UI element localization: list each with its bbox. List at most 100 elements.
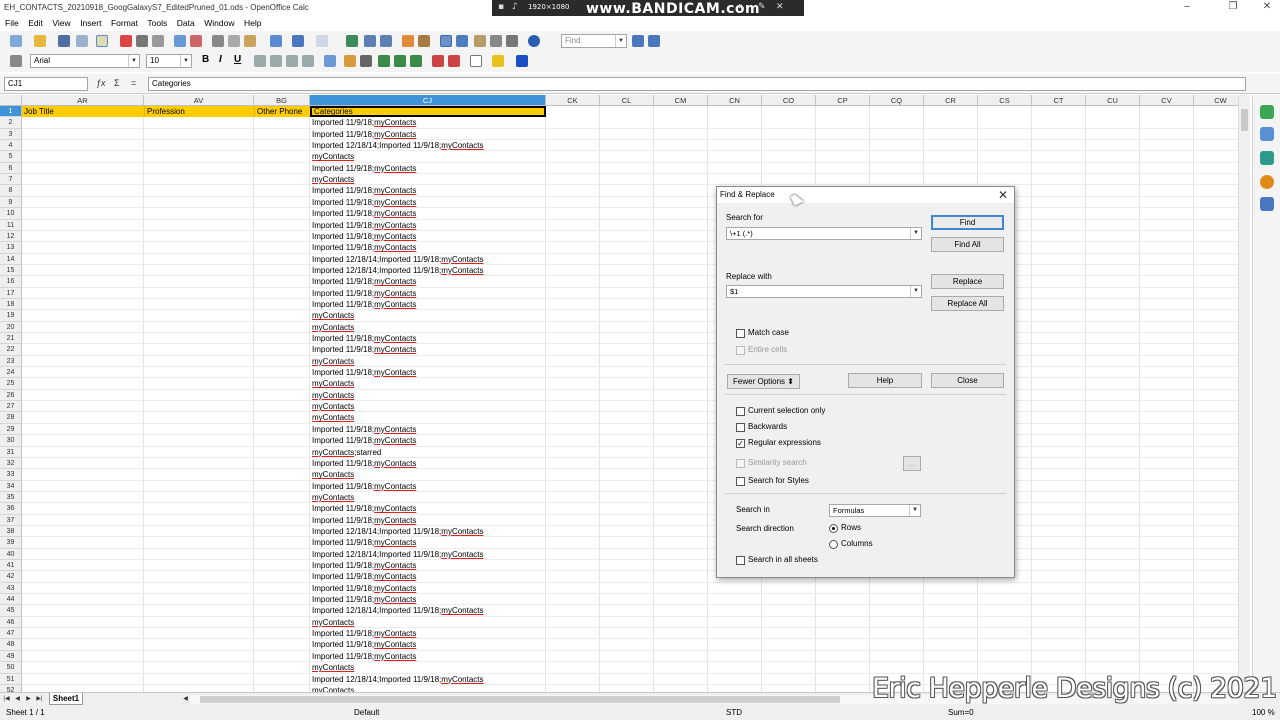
gallery-sidebar-icon[interactable] [1260,151,1274,165]
open-icon[interactable] [34,35,46,47]
row-header[interactable]: 34 [0,480,22,492]
help-icon[interactable] [528,35,540,47]
format-paintbrush-icon[interactable] [270,35,282,47]
row-header[interactable]: 24 [0,367,22,379]
row-header[interactable]: 29 [0,423,22,436]
backwards-checkbox[interactable] [736,423,745,432]
page-preview-icon[interactable] [152,35,164,47]
replace-all-button[interactable]: Replace All [931,296,1004,311]
row-header[interactable]: 11 [0,219,22,231]
first-sheet-icon[interactable]: |◀ [2,695,11,704]
horizontal-scroll-thumb[interactable] [200,696,840,703]
categories-cell[interactable]: myContacts [310,322,546,333]
search-all-sheets-checkbox[interactable] [736,556,745,565]
row-header[interactable]: 1 [0,106,22,118]
maximize-icon[interactable]: ❐ [1226,1,1240,13]
row-header[interactable]: 7 [0,174,22,186]
row-header[interactable]: 51 [0,673,22,685]
row-header[interactable]: 41 [0,560,22,572]
categories-cell[interactable]: Imported 12/18/14;Imported 11/9/18;myCon… [310,254,546,265]
underline-button[interactable]: U [234,54,241,65]
merge-cells-icon[interactable] [324,55,336,67]
datasources-icon[interactable] [490,35,502,47]
row-header[interactable]: 35 [0,491,22,504]
sort-descending-icon[interactable] [380,35,392,47]
row-header[interactable]: 27 [0,401,22,413]
categories-cell[interactable]: Imported 12/18/14;Imported 11/9/18;myCon… [310,549,546,560]
undo-icon[interactable] [292,35,304,47]
name-box[interactable]: CJ1 [4,77,88,91]
percent-icon[interactable] [360,55,372,67]
save-icon[interactable] [58,35,70,47]
row-header[interactable]: 14 [0,253,22,265]
row-header[interactable]: 12 [0,230,22,243]
find-button[interactable]: Find [931,215,1004,230]
export-pdf-icon[interactable] [120,35,132,47]
align-center-icon[interactable] [270,55,282,67]
chevron-down-icon[interactable]: ▼ [909,505,920,516]
current-selection-only-label[interactable]: Current selection only [748,406,825,415]
find-replace-icon[interactable] [440,35,452,47]
menu-edit[interactable]: Edit [28,16,43,30]
spreadsheet-grid[interactable]: AR AV BG CJ CK CL CM CN CO CP CQ CR CS CT CU CV CW 1… [0,95,1238,692]
cut-icon[interactable] [212,35,224,47]
cell-job-title[interactable]: Job Title [22,106,144,118]
print-icon[interactable] [136,35,148,47]
categories-cell[interactable]: myContacts [310,310,546,321]
categories-cell[interactable]: Imported 11/9/18;myContacts [310,560,546,571]
categories-cell[interactable]: Imported 11/9/18;myContacts [310,197,546,208]
row-header[interactable]: 19 [0,310,22,322]
edit-file-icon[interactable] [96,35,108,47]
rows-radio[interactable] [829,524,838,533]
email-icon[interactable] [76,35,88,47]
column-header-av[interactable]: AV [144,95,254,106]
columns-label[interactable]: Columns [841,539,873,548]
styles-formatting-icon[interactable] [1260,127,1274,141]
dialog-close-icon[interactable]: ✕ [998,188,1008,202]
italic-button[interactable]: I [219,54,222,65]
row-header[interactable]: 21 [0,333,22,345]
categories-cell[interactable]: myContacts;starred [310,447,546,458]
properties-icon[interactable] [1260,105,1274,119]
sum-icon[interactable]: Σ [114,78,120,88]
row-header[interactable]: 37 [0,514,22,526]
categories-cell[interactable]: Imported 12/18/14;Imported 11/9/18;myCon… [310,140,546,151]
categories-cell[interactable]: Imported 11/9/18;myContacts [310,628,546,639]
justify-icon[interactable] [302,55,314,67]
align-right-icon[interactable] [286,55,298,67]
row-header[interactable]: 6 [0,162,22,175]
help-button[interactable]: Help [848,373,922,388]
align-left-icon[interactable] [254,55,266,67]
currency-icon[interactable] [344,55,356,67]
menu-help[interactable]: Help [244,16,261,30]
font-color-icon[interactable] [516,55,528,67]
find-previous-icon[interactable] [648,35,660,47]
row-header[interactable]: 22 [0,344,22,356]
row-header[interactable]: 33 [0,469,22,481]
categories-cell[interactable]: myContacts [310,617,546,628]
column-header-cj[interactable]: CJ [310,95,546,106]
sheet-tab-sheet1[interactable]: Sheet1 [49,693,83,705]
menu-format[interactable]: Format [111,16,138,30]
autospellcheck-icon[interactable] [190,35,202,47]
status-zoom[interactable]: 100 % [1252,706,1275,720]
menu-window[interactable]: Window [204,16,234,30]
search-in-select[interactable]: Formulas ▼ [829,504,921,517]
row-header[interactable]: 32 [0,457,22,470]
categories-cell[interactable]: Imported 11/9/18;myContacts [310,583,546,594]
backwards-label[interactable]: Backwards [748,422,787,431]
categories-cell[interactable]: Imported 11/9/18;myContacts [310,639,546,650]
categories-cell[interactable]: Imported 12/18/14;Imported 11/9/18;myCon… [310,674,546,685]
increase-indent-icon[interactable] [448,55,460,67]
find-all-button[interactable]: Find All [931,237,1004,252]
spellcheck-icon[interactable] [174,35,186,47]
scroll-left-icon[interactable]: ◀ [181,695,190,704]
select-all-corner[interactable] [0,95,22,106]
column-header-ar[interactable]: AR [22,95,144,106]
row-header[interactable]: 16 [0,276,22,288]
column-header-cr[interactable]: CR [924,95,978,106]
row-header[interactable]: 20 [0,321,22,334]
row-header[interactable]: 48 [0,639,22,651]
categories-cell[interactable]: Imported 11/9/18;myContacts [310,185,546,196]
row-header[interactable]: 45 [0,605,22,617]
